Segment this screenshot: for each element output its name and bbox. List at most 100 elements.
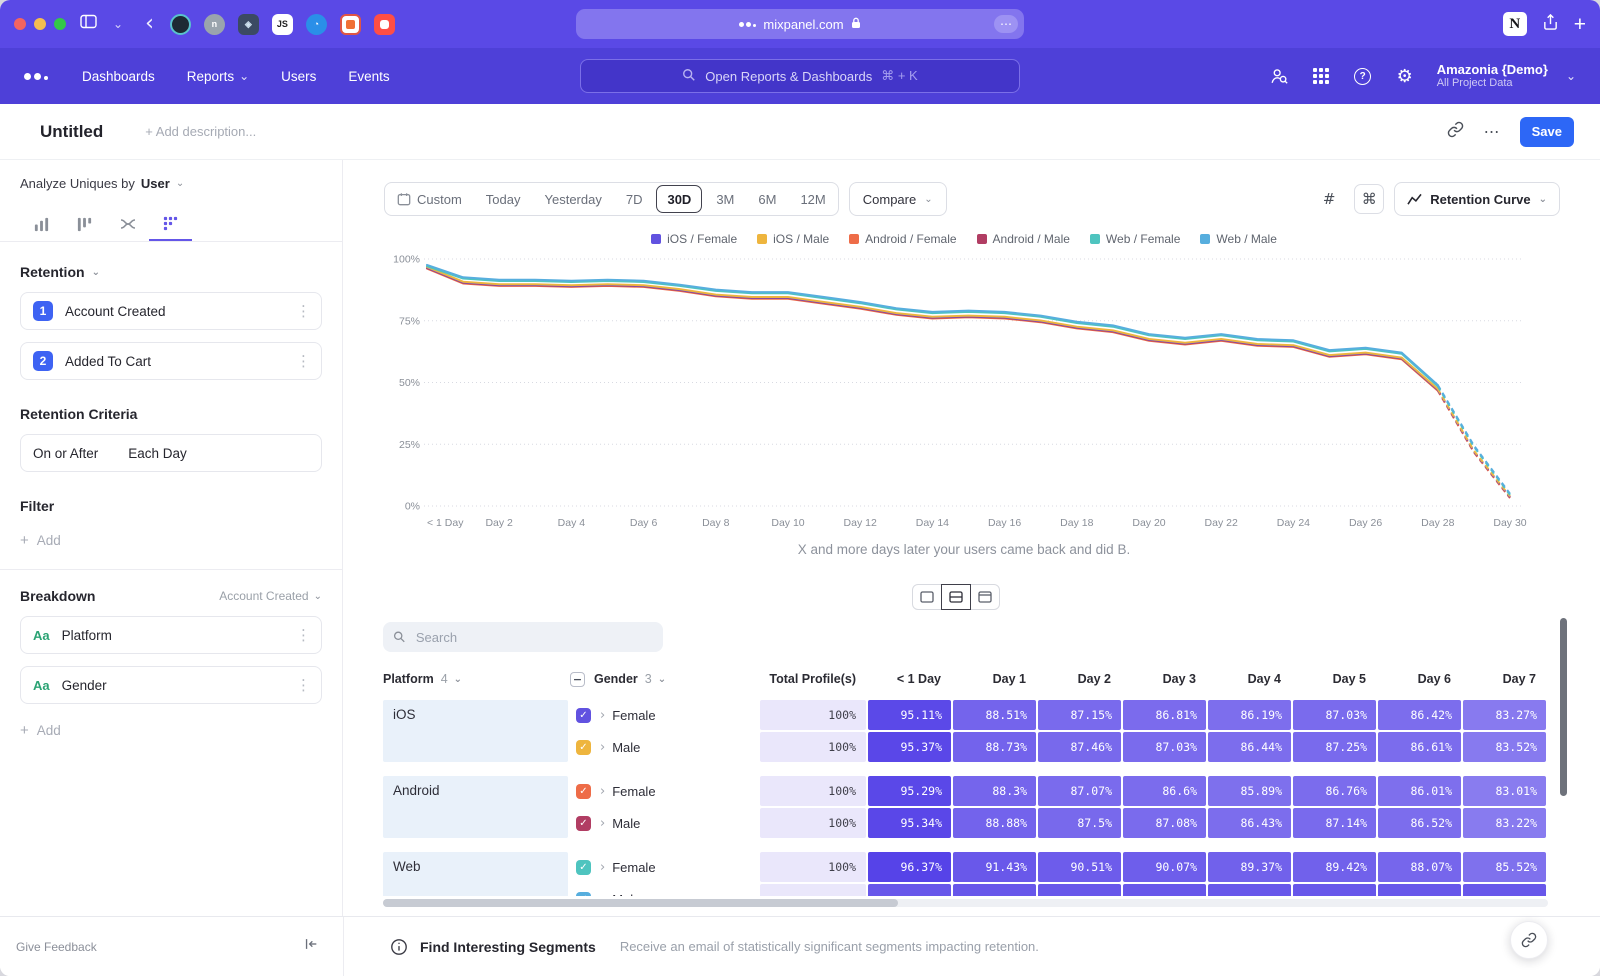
range-12m[interactable]: 12M	[788, 183, 837, 215]
legend-item[interactable]: iOS / Female	[651, 232, 737, 246]
compare-button[interactable]: Compare⌄	[849, 182, 947, 216]
row-expander-icon[interactable]: ›	[600, 708, 605, 723]
maximize-window-button[interactable]	[54, 18, 66, 30]
kebab-menu-icon[interactable]: ⋮	[296, 302, 311, 320]
share-link-floating-button[interactable]	[1510, 921, 1548, 959]
collapse-sidebar-icon[interactable]	[303, 936, 319, 957]
breakdown-scope-dropdown[interactable]: Account Created⌄	[219, 589, 322, 603]
series-checkbox[interactable]: ✓	[576, 860, 591, 875]
legend-item[interactable]: iOS / Male	[757, 232, 829, 246]
mixpanel-logo[interactable]	[24, 73, 48, 80]
tab-funnels[interactable]	[63, 207, 106, 241]
legend-item[interactable]: Android / Male	[977, 232, 1070, 246]
global-search[interactable]: Open Reports & Dashboards ⌘ + K	[580, 59, 1020, 93]
column-header-platform[interactable]: Platform 4 ⌄	[383, 672, 568, 686]
range-custom[interactable]: Custom	[385, 183, 474, 215]
tab-flows[interactable]	[106, 207, 149, 241]
legend-item[interactable]: Android / Female	[849, 232, 956, 246]
range-today[interactable]: Today	[474, 183, 533, 215]
row-expander-icon[interactable]: ›	[600, 740, 605, 755]
horizontal-scrollbar-thumb[interactable]	[383, 899, 898, 907]
range-yesterday[interactable]: Yesterday	[533, 183, 614, 215]
chart-type-dropdown[interactable]: Retention Curve ⌄	[1394, 182, 1560, 216]
table-search[interactable]	[383, 622, 663, 652]
minimize-window-button[interactable]	[34, 18, 46, 30]
address-bar[interactable]: mixpanel.com ⋯	[576, 9, 1024, 39]
retention-step-b[interactable]: 2 Added To Cart ⋮	[20, 342, 322, 380]
give-feedback-link[interactable]: Give Feedback	[16, 940, 97, 954]
nav-item-events[interactable]: Events	[348, 69, 389, 84]
retention-criteria-row[interactable]: On or After Each Day	[20, 434, 322, 472]
project-switcher[interactable]: Amazonia {Demo} All Project Data	[1437, 62, 1548, 91]
nav-item-dashboards[interactable]: Dashboards	[82, 69, 155, 84]
extension-icon[interactable]	[170, 14, 191, 35]
chevron-down-icon[interactable]: ⌄	[1566, 69, 1576, 83]
tab-insights[interactable]	[20, 207, 63, 241]
extension-icon[interactable]: JS	[272, 14, 293, 35]
retention-step-a[interactable]: 1 Account Created ⋮	[20, 292, 322, 330]
range-30d[interactable]: 30D	[656, 185, 702, 213]
table-search-input[interactable]	[414, 629, 653, 646]
split-view-button[interactable]	[941, 584, 971, 610]
add-breakdown-button[interactable]: +Add	[20, 722, 322, 739]
retention-section-header[interactable]: Retention⌄	[20, 264, 322, 280]
range-6m[interactable]: 6M	[746, 183, 788, 215]
analyze-value-dropdown[interactable]: User	[141, 176, 170, 191]
criteria-type[interactable]: On or After	[33, 446, 98, 461]
extension-icon[interactable]	[340, 14, 361, 35]
breakdown-item-gender[interactable]: Aa Gender ⋮	[20, 666, 322, 704]
tab-retention[interactable]	[149, 207, 192, 241]
chart-only-view-button[interactable]	[912, 584, 942, 610]
series-checkbox[interactable]: ✓	[576, 816, 591, 831]
table-only-view-button[interactable]	[970, 584, 1000, 610]
breakdown-item-platform[interactable]: Aa Platform ⋮	[20, 616, 322, 654]
copy-link-icon[interactable]	[1447, 121, 1464, 143]
settings-gear-icon[interactable]: ⚙	[1393, 64, 1417, 88]
share-icon[interactable]	[1542, 13, 1559, 36]
save-button[interactable]: Save	[1520, 117, 1574, 147]
vertical-scrollbar-thumb[interactable]	[1560, 618, 1567, 796]
row-expander-icon[interactable]: ›	[600, 784, 605, 799]
user-search-icon[interactable]	[1267, 64, 1291, 88]
row-expander-icon[interactable]: ›	[600, 816, 605, 831]
close-window-button[interactable]	[14, 18, 26, 30]
nav-item-reports[interactable]: Reports⌄	[187, 69, 249, 84]
more-options-icon[interactable]: ⋯	[994, 15, 1018, 33]
kebab-menu-icon[interactable]: ⋮	[296, 352, 311, 370]
extension-icon[interactable]	[374, 14, 395, 35]
back-button[interactable]: ‹	[145, 13, 154, 35]
help-icon[interactable]: ?	[1351, 64, 1375, 88]
criteria-interval[interactable]: Each Day	[128, 446, 187, 461]
add-filter-button[interactable]: +Add	[20, 532, 322, 549]
series-checkbox[interactable]: ✓	[576, 784, 591, 799]
notion-icon[interactable]: N	[1503, 12, 1527, 36]
new-tab-button[interactable]: +	[1574, 14, 1586, 35]
series-checkbox[interactable]: ✓	[576, 740, 591, 755]
chevron-down-icon[interactable]: ⌄	[113, 17, 123, 31]
column-header-gender[interactable]: − Gender 3 ⌄	[570, 672, 758, 687]
row-expander-icon[interactable]: ›	[600, 892, 605, 897]
range-3m[interactable]: 3M	[704, 183, 746, 215]
select-all-checkbox[interactable]: −	[570, 672, 585, 687]
browser-sidebar-icon[interactable]	[80, 14, 97, 34]
find-segments-title[interactable]: Find Interesting Segments	[420, 939, 596, 955]
retention-value-cell: 85.52%	[1463, 852, 1546, 882]
series-checkbox[interactable]: ✓	[576, 892, 591, 897]
add-description[interactable]: + Add description...	[145, 124, 256, 139]
series-checkbox[interactable]: ✓	[576, 708, 591, 723]
legend-item[interactable]: Web / Female	[1090, 232, 1180, 246]
range-7d[interactable]: 7D	[614, 183, 655, 215]
apps-grid-icon[interactable]	[1309, 64, 1333, 88]
extension-icon[interactable]: n	[204, 14, 225, 35]
annotations-icon[interactable]: #	[1314, 184, 1344, 214]
command-icon[interactable]: ⌘	[1354, 184, 1384, 214]
extension-icon[interactable]: ◈	[238, 14, 259, 35]
more-actions-icon[interactable]: ⋯	[1484, 122, 1500, 141]
row-expander-icon[interactable]: ›	[600, 860, 605, 875]
report-title[interactable]: Untitled	[40, 122, 103, 142]
kebab-menu-icon[interactable]: ⋮	[296, 626, 311, 644]
nav-item-users[interactable]: Users	[281, 69, 316, 84]
legend-item[interactable]: Web / Male	[1200, 232, 1276, 246]
kebab-menu-icon[interactable]: ⋮	[296, 676, 311, 694]
extension-icon[interactable]: ◔	[306, 14, 327, 35]
